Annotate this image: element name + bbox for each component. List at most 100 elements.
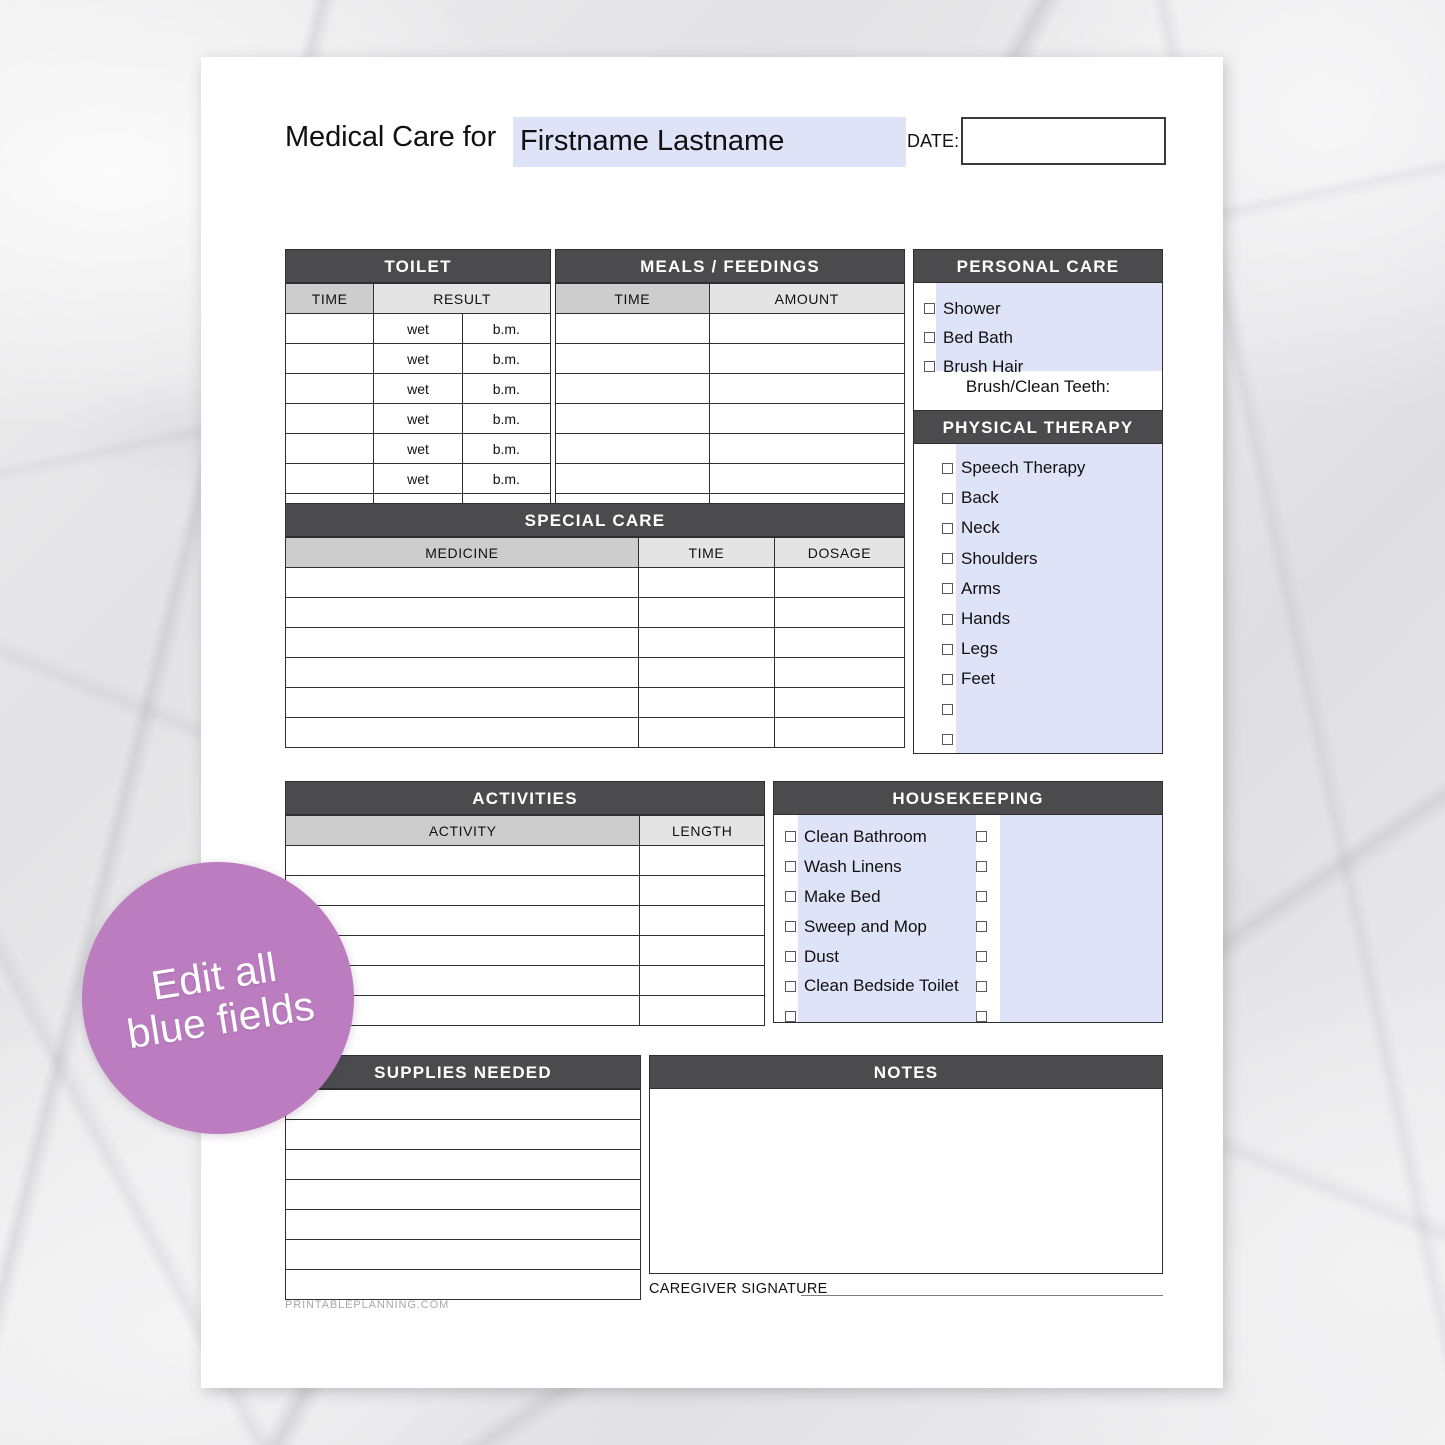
list-item[interactable]: Sweep and Mop	[785, 912, 976, 942]
toilet-bm-cell[interactable]: b.m.	[461, 343, 552, 374]
date-input[interactable]	[961, 117, 1166, 165]
meals-amount-cell[interactable]	[708, 373, 906, 404]
checkbox-icon[interactable]	[785, 1010, 796, 1022]
special-care-dosage-cell[interactable]	[774, 657, 905, 688]
checkbox-icon[interactable]	[976, 831, 987, 843]
checkbox-icon[interactable]	[924, 361, 935, 372]
meals-time-cell[interactable]	[555, 403, 710, 434]
checkbox-icon[interactable]	[785, 921, 796, 933]
list-item[interactable]	[976, 942, 1162, 972]
activity-cell[interactable]	[284, 845, 641, 876]
toilet-wet-cell[interactable]: wet	[373, 343, 463, 374]
special-care-time-cell[interactable]	[637, 597, 776, 628]
checkbox-icon[interactable]	[942, 734, 953, 746]
meals-time-cell[interactable]	[555, 463, 710, 494]
meals-amount-cell[interactable]	[708, 313, 906, 344]
checkbox-icon[interactable]	[942, 704, 953, 716]
supplies-cell[interactable]	[285, 1209, 641, 1240]
checkbox-icon[interactable]	[942, 613, 953, 625]
activity-length-cell[interactable]	[639, 965, 765, 996]
supplies-cell[interactable]	[285, 1149, 641, 1180]
toilet-bm-cell[interactable]: b.m.	[461, 313, 552, 344]
special-care-medicine-cell[interactable]	[285, 597, 639, 628]
list-item[interactable]: Feet	[942, 664, 1162, 694]
meals-time-cell[interactable]	[555, 373, 710, 404]
special-care-medicine-cell[interactable]	[285, 627, 639, 658]
toilet-bm-cell[interactable]: b.m.	[461, 373, 552, 404]
supplies-cell[interactable]	[285, 1119, 641, 1150]
signature-input[interactable]	[801, 1295, 1163, 1296]
activity-length-cell[interactable]	[639, 905, 765, 936]
special-care-dosage-cell[interactable]	[774, 597, 905, 628]
checkbox-icon[interactable]	[976, 951, 987, 962]
list-item[interactable]: Shower	[924, 294, 1162, 323]
checkbox-icon[interactable]	[924, 303, 935, 314]
checkbox-icon[interactable]	[976, 980, 987, 992]
list-item[interactable]	[942, 725, 1162, 753]
toilet-wet-cell[interactable]: wet	[373, 463, 463, 494]
list-item[interactable]	[976, 912, 1162, 942]
checkbox-icon[interactable]	[785, 891, 796, 903]
meals-amount-cell[interactable]	[708, 433, 906, 464]
special-care-dosage-cell[interactable]	[774, 627, 905, 658]
toilet-time-cell[interactable]	[284, 433, 375, 464]
special-care-medicine-cell[interactable]	[285, 657, 639, 688]
activity-length-cell[interactable]	[639, 935, 765, 966]
meals-time-cell[interactable]	[555, 343, 710, 374]
list-item[interactable]	[976, 852, 1162, 882]
checkbox-icon[interactable]	[942, 492, 953, 504]
list-item[interactable]: Clean Bedside Toilet	[785, 971, 976, 1001]
patient-name-field[interactable]: Firstname Lastname	[513, 117, 906, 167]
list-item[interactable]	[785, 1001, 976, 1022]
checkbox-icon[interactable]	[942, 522, 953, 534]
list-item[interactable]: Make Bed	[785, 882, 976, 912]
list-item[interactable]: Wash Linens	[785, 852, 976, 882]
list-item[interactable]: Hands	[942, 604, 1162, 634]
list-item[interactable]	[942, 695, 1162, 725]
toilet-bm-cell[interactable]: b.m.	[461, 433, 552, 464]
toilet-time-cell[interactable]	[284, 373, 375, 404]
list-item[interactable]: Shoulders	[942, 544, 1162, 574]
special-care-medicine-cell[interactable]	[285, 717, 639, 748]
checkbox-icon[interactable]	[924, 332, 935, 343]
supplies-cell[interactable]	[285, 1089, 641, 1120]
list-item[interactable]: Legs	[942, 634, 1162, 664]
activity-length-cell[interactable]	[639, 995, 765, 1026]
toilet-time-cell[interactable]	[284, 403, 375, 434]
list-item[interactable]: Arms	[942, 574, 1162, 604]
list-item[interactable]: Speech Therapy	[942, 453, 1162, 483]
toilet-time-cell[interactable]	[284, 463, 375, 494]
checkbox-icon[interactable]	[785, 831, 796, 843]
toilet-bm-cell[interactable]: b.m.	[461, 463, 552, 494]
toilet-wet-cell[interactable]: wet	[373, 403, 463, 434]
list-item[interactable]: Dust	[785, 942, 976, 972]
checkbox-icon[interactable]	[942, 462, 953, 474]
checkbox-icon[interactable]	[942, 583, 953, 595]
activity-length-cell[interactable]	[639, 845, 765, 876]
toilet-time-cell[interactable]	[284, 313, 375, 344]
special-care-dosage-cell[interactable]	[774, 687, 905, 718]
supplies-cell[interactable]	[285, 1239, 641, 1270]
list-item[interactable]: Neck	[942, 513, 1162, 543]
special-care-dosage-cell[interactable]	[774, 717, 905, 748]
toilet-wet-cell[interactable]: wet	[373, 433, 463, 464]
list-item[interactable]	[976, 1001, 1162, 1022]
meals-time-cell[interactable]	[555, 313, 710, 344]
checkbox-icon[interactable]	[976, 921, 987, 933]
list-item[interactable]	[976, 822, 1162, 852]
checkbox-icon[interactable]	[976, 891, 987, 903]
checkbox-icon[interactable]	[942, 553, 953, 565]
toilet-wet-cell[interactable]: wet	[373, 373, 463, 404]
special-care-medicine-cell[interactable]	[285, 687, 639, 718]
special-care-dosage-cell[interactable]	[774, 567, 905, 598]
list-item[interactable]: Bed Bath	[924, 323, 1162, 352]
list-item[interactable]	[976, 971, 1162, 1001]
special-care-time-cell[interactable]	[637, 687, 776, 718]
special-care-time-cell[interactable]	[637, 567, 776, 598]
checkbox-icon[interactable]	[785, 951, 796, 962]
special-care-time-cell[interactable]	[637, 717, 776, 748]
list-item[interactable]: Back	[942, 483, 1162, 513]
special-care-medicine-cell[interactable]	[285, 567, 639, 598]
special-care-time-cell[interactable]	[637, 627, 776, 658]
checkbox-icon[interactable]	[785, 861, 796, 873]
